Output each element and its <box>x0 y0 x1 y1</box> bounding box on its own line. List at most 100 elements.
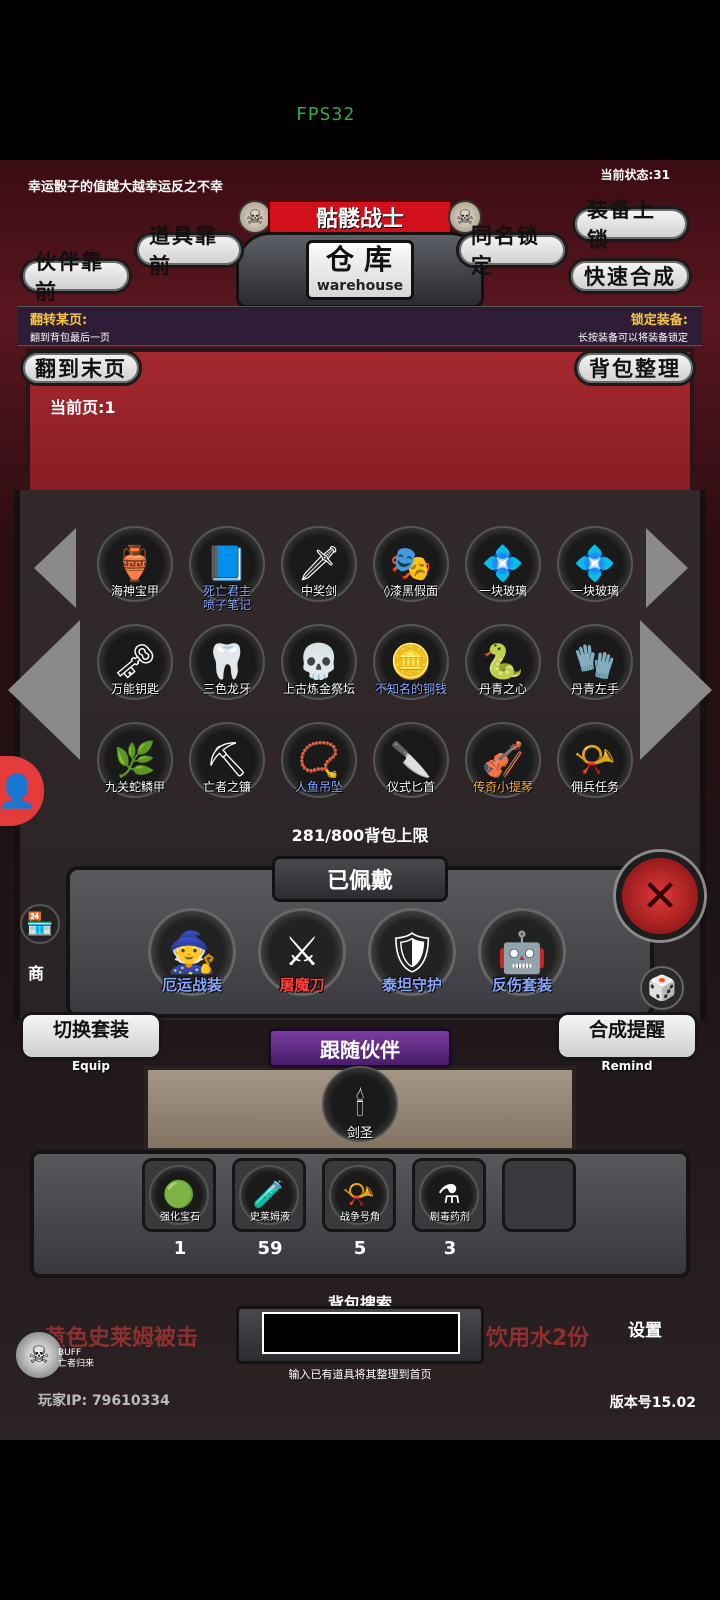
consumable-qty: 3 <box>443 1238 457 1259</box>
inventory-item[interactable]: 🗝 万能钥匙 <box>92 624 178 712</box>
consumable-slot[interactable]: 🧪 史莱姆液 59 <box>232 1158 308 1270</box>
last-page-arrow-icon[interactable] <box>640 620 712 760</box>
inventory-item[interactable]: 🗡 中奖剑 <box>276 526 362 614</box>
character-name: 骷髅战士 <box>268 200 452 234</box>
inventory-item[interactable]: 📯 佣兵任务 <box>552 722 638 810</box>
inventory-item[interactable]: 🌿 九关蛇鳞甲 <box>92 722 178 810</box>
inventory-item[interactable]: 📿 人鱼吊坠 <box>276 722 362 810</box>
name-lock-button[interactable]: 同名锁定 <box>456 224 568 278</box>
item-name: 传奇小提琴 <box>472 780 533 794</box>
inventory-item[interactable]: 🪙 不知名的铜钱 <box>368 624 454 712</box>
item-name: 一块玻璃 <box>478 584 527 598</box>
switch-set-sub: Equip <box>71 1059 111 1073</box>
inventory-item[interactable]: 🧤 丹青左手 <box>552 624 638 712</box>
equipped-slot[interactable]: 🛡 泰坦守护 <box>366 908 458 1000</box>
info-bar: 翻转某页: 翻到背包最后一页 锁定装备: 长按装备可以将装备锁定 <box>18 306 702 346</box>
inventory-item[interactable]: 🐍 丹青之心 <box>460 624 546 712</box>
empty-slot[interactable] <box>502 1158 578 1270</box>
warehouse-cn: 仓库 <box>325 243 402 276</box>
buff-label: BUFF 亡者归来 <box>58 1348 95 1369</box>
switch-set-button[interactable]: 切换套装 Equip <box>20 1012 162 1073</box>
warehouse-en: warehouse <box>316 278 404 294</box>
consumable-name: 史莱姆液 <box>250 1212 290 1223</box>
item-name: 九关蛇鳞甲 <box>104 780 165 794</box>
sort-bag-button[interactable]: 背包整理 <box>574 350 696 386</box>
item-name: 海神宝甲 <box>110 584 159 598</box>
consumable-slot[interactable]: 📯 战争号角 5 <box>322 1158 398 1270</box>
quick-merge-button[interactable]: 快速合成 <box>568 258 692 294</box>
equip-name: 反伤套装 <box>491 976 552 994</box>
next-page-arrow-icon[interactable] <box>646 528 688 608</box>
partner-title: 跟随伙伴 <box>268 1028 452 1068</box>
item-name: 中奖剑 <box>300 584 337 598</box>
inventory-item[interactable]: 💠 一块玻璃 <box>460 526 546 614</box>
character-title: ☠ 骷髅战士 ☠ <box>238 200 482 234</box>
buff-skull-icon[interactable]: ☠ <box>14 1330 64 1380</box>
search-hint: 输入已有道具将其整理到首页 <box>288 1368 432 1381</box>
partner-name: 剑圣 <box>346 1126 373 1141</box>
dice-icon[interactable]: 🎲 <box>640 966 684 1010</box>
inventory-item[interactable]: 💀 上古炼金祭坛 <box>276 624 362 712</box>
merge-remind-label: 合成提醒 <box>588 1019 665 1041</box>
equipped-title: 已佩戴 <box>272 856 448 902</box>
partner-front-button[interactable]: 伙伴靠前 <box>20 250 132 304</box>
item-name: 一块玻璃 <box>570 584 619 598</box>
consumable-slot[interactable]: 🟢 强化宝石 1 <box>142 1158 218 1270</box>
tip-text: 幸运骰子的值越大越幸运反之不幸 <box>28 180 224 195</box>
skull-icon: ☠ <box>238 200 272 234</box>
consumable-qty: 1 <box>173 1238 187 1259</box>
item-name: 丹青之心 <box>478 682 527 696</box>
item-name: 亡者之镰 <box>202 780 251 794</box>
inventory-item[interactable]: ⛏ 亡者之镰 <box>184 722 270 810</box>
last-page-button[interactable]: 翻到末页 <box>20 350 142 386</box>
close-button[interactable]: ✕ <box>616 852 704 940</box>
slot-frame <box>502 1158 576 1232</box>
scroll-message: 饮用水2份 <box>486 1326 590 1351</box>
status-text: 当前状态:31 <box>600 168 671 182</box>
fps-counter: FPS32 <box>296 104 356 125</box>
current-page: 当前页:1 <box>50 398 116 417</box>
item-name: 万能钥匙 <box>110 682 159 696</box>
switch-set-label: 切换套装 <box>52 1019 129 1041</box>
item-name: 上古炼金祭坛 <box>282 682 355 696</box>
flip-page-desc: 翻到背包最后一页 <box>30 333 110 344</box>
inventory-item[interactable]: 📘 死亡君主 喷子笔记 <box>184 526 270 614</box>
equipped-slot[interactable]: ⚔ 屠魔刀 <box>256 908 348 1000</box>
warehouse-label: 仓库 warehouse <box>306 240 414 300</box>
equip-name: 厄运战装 <box>161 976 222 994</box>
equip-lock-button[interactable]: 装备上锁 <box>572 198 690 252</box>
lock-equip-title: 锁定装备: <box>630 313 688 328</box>
item-name: ◊漆黑假面 <box>384 584 438 598</box>
search-input[interactable] <box>262 1312 460 1354</box>
items-front-button[interactable]: 道具靠前 <box>134 224 244 278</box>
item-name: 佣兵任务 <box>570 780 619 794</box>
first-page-arrow-icon[interactable] <box>8 620 80 760</box>
inventory-item[interactable]: 🔪 仪式匕首 <box>368 722 454 810</box>
partner-slot[interactable]: 🕯 剑圣 <box>318 1066 402 1150</box>
consumable-name: 强化宝石 <box>160 1212 200 1223</box>
merge-remind-button[interactable]: 合成提醒 Remind <box>556 1012 698 1073</box>
item-name: 丹青左手 <box>570 682 619 696</box>
inventory-item[interactable]: 🎭 ◊漆黑假面 <box>368 526 454 614</box>
warehouse-screen: 幸运骰子的值越大越幸运反之不幸 当前状态:31 🦁 ☠ 骷髅战士 ☠ 仓库 wa… <box>0 160 720 1440</box>
bag-capacity: 281/800背包上限 <box>291 826 429 845</box>
consumable-name: 战争号角 <box>340 1212 380 1223</box>
inventory-item[interactable]: 🎻 传奇小提琴 <box>460 722 546 810</box>
merge-remind-sub: Remind <box>601 1059 653 1073</box>
equipped-slot[interactable]: 🤖 反伤套装 <box>476 908 568 1000</box>
consumable-name: 剧毒药剂 <box>430 1212 470 1223</box>
inventory-item[interactable]: 💠 一块玻璃 <box>552 526 638 614</box>
settings-button[interactable]: 设置 <box>628 1316 662 1341</box>
consumable-qty: 59 <box>257 1238 283 1259</box>
consumable-slot[interactable]: ⚗ 剧毒药剂 3 <box>412 1158 488 1270</box>
consumable-qty: 5 <box>353 1238 367 1259</box>
item-name: 不知名的铜钱 <box>374 682 447 696</box>
shop-icon[interactable]: 🏪 <box>20 904 60 944</box>
inventory-item[interactable]: 🏺 海神宝甲 <box>92 526 178 614</box>
equipped-slot[interactable]: 🧙 厄运战装 <box>146 908 238 1000</box>
inventory-item[interactable]: 🦷 三色龙牙 <box>184 624 270 712</box>
item-name: 三色龙牙 <box>202 682 251 696</box>
prev-page-arrow-icon[interactable] <box>34 528 76 608</box>
shop-label: 商 <box>28 964 45 983</box>
item-name: 死亡君主 喷子笔记 <box>202 584 251 612</box>
